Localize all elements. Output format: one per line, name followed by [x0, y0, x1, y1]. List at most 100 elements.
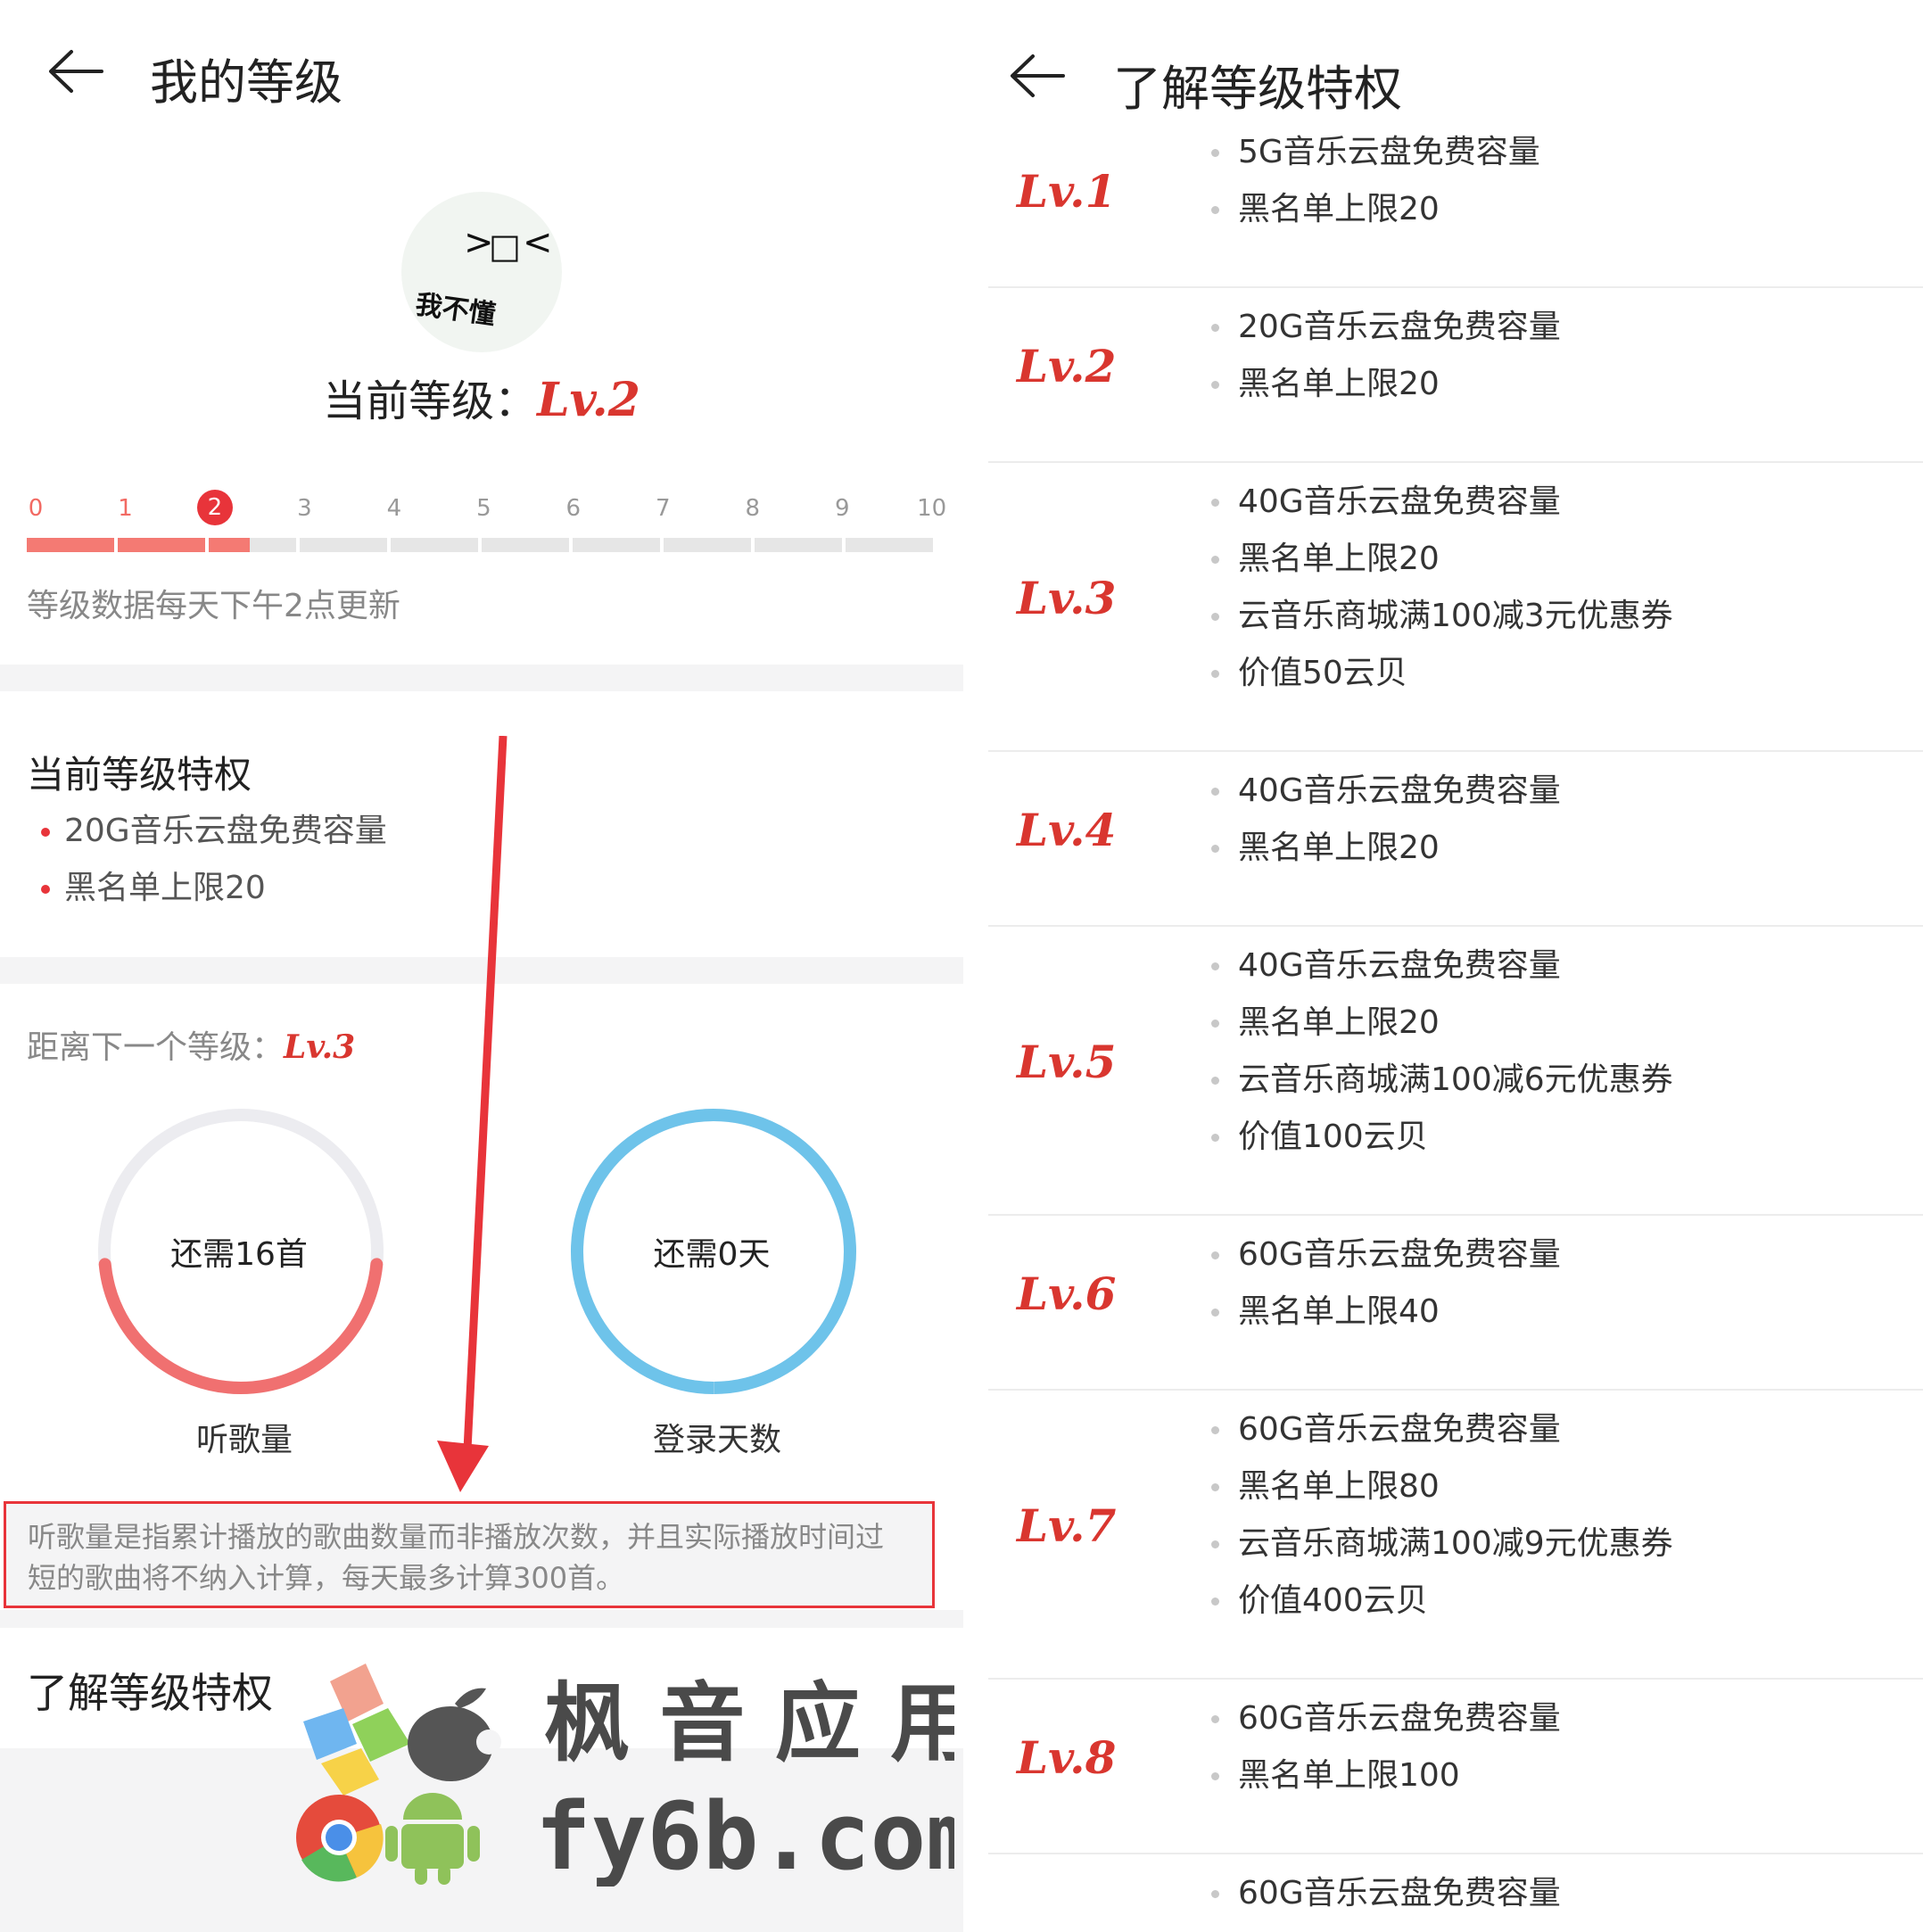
chrome-logo-icon [296, 1795, 384, 1882]
level-progress-scale: 0 1 2 3 4 5 6 7 8 9 10 [27, 490, 946, 552]
scale-mark: 4 [386, 495, 402, 522]
watermark-text-cn: 枫 音 应 用 [544, 1673, 954, 1773]
current-privileges-list: 20G音乐云盘免费容量 黑名单上限20 [37, 803, 387, 917]
my-level-screen: 我的等级 > □ < 我不懂 当前等级：Lv.2 0 1 2 3 4 5 6 7 8 9 10 等级… [0, 0, 963, 1932]
scale-current-mark: 2 [196, 490, 233, 525]
list-item: 60G音乐云盘免费容量 [1211, 1401, 1673, 1458]
apple-logo-icon [408, 1688, 501, 1781]
songs-ring-progress [98, 1258, 384, 1394]
back-arrow-icon[interactable] [46, 49, 103, 94]
bullet-icon [1211, 845, 1219, 853]
list-item: 黑名单上限20 [1211, 820, 1561, 877]
page-title: 我的等级 [150, 54, 343, 111]
scale-segment-filled [118, 538, 205, 552]
level-badge: Lv.4 [1017, 804, 1117, 856]
list-item: 黑名单上限20 [1211, 995, 1673, 1052]
section-divider [0, 665, 963, 691]
list-item: 20G音乐云盘免费容量 [37, 803, 387, 860]
level-badge: Lv.3 [1017, 572, 1117, 624]
scale-segment [391, 538, 478, 552]
level-benefits: 20G音乐云盘免费容量 黑名单上限20 [1211, 299, 1561, 413]
bullet-icon [1211, 1426, 1219, 1434]
songs-caption: 听歌量 [195, 1422, 293, 1458]
back-arrow-icon[interactable] [1008, 54, 1065, 98]
current-level-label: 当前等级： [323, 376, 538, 426]
level-benefits: 40G音乐云盘免费容量 黑名单上限20 [1211, 763, 1561, 877]
list-item: 60G音乐云盘免费容量 [1211, 1226, 1561, 1284]
level-benefits: 60G音乐云盘免费容量 黑名单上限80 云音乐商城满100减9元优惠券 价值400云贝 [1211, 1401, 1673, 1630]
list-item: 云音乐商城满100减3元优惠券 [1211, 588, 1673, 645]
scale-segment [482, 538, 569, 552]
bullet-icon [1211, 1540, 1219, 1548]
level-row: Lv.8 60G音乐云盘免费容量 黑名单上限100 [988, 1678, 1923, 1854]
bullet-icon [1211, 324, 1219, 332]
bullet-icon [1211, 1890, 1219, 1898]
current-level-value: Lv.2 [537, 373, 640, 427]
list-item: 黑名单上限20 [1211, 356, 1561, 413]
windows-logo-icon [303, 1664, 410, 1796]
list-item: 黑名单上限40 [1211, 1284, 1561, 1341]
bullet-icon [1211, 556, 1219, 564]
next-level-value: Lv.3 [284, 1028, 356, 1066]
scale-segment [755, 538, 842, 552]
level-badge: Lv.1 [1017, 165, 1117, 218]
level-badge: Lv.6 [1017, 1267, 1117, 1320]
bullet-icon [41, 828, 50, 837]
svg-text:□: □ [489, 227, 521, 266]
page-title: 了解等级特权 [1113, 61, 1402, 117]
bullet-icon [1211, 1715, 1219, 1723]
learn-privileges-link[interactable]: 了解等级特权 [27, 1661, 273, 1720]
scale-mark: 9 [834, 495, 850, 522]
listen-count-note: 听歌量是指累计播放的歌曲数量而非播放次数，并且实际播放时间过短的歌曲将不纳入计算… [4, 1501, 935, 1608]
list-item: 40G音乐云盘免费容量 [1211, 937, 1673, 995]
bullet-icon [1211, 788, 1219, 796]
scale-mark: 6 [565, 495, 582, 522]
scale-segment-filled [27, 538, 114, 552]
section-divider [0, 1610, 963, 1628]
bullet-icon [1211, 206, 1219, 214]
bullet-icon [1211, 1483, 1219, 1491]
list-item: 黑名单上限20 [1211, 181, 1540, 238]
scale-segment-filled [209, 538, 250, 552]
bullet-icon [1211, 1020, 1219, 1028]
avatar[interactable]: > □ < 我不懂 [401, 192, 562, 352]
bullet-icon [1211, 1598, 1219, 1606]
list-item: 60G音乐云盘免费容量 [1211, 1690, 1561, 1747]
scale-segment [300, 538, 387, 552]
level-row: Lv.3 40G音乐云盘免费容量 黑名单上限20 云音乐商城满100减3元优惠券 价值5… [988, 461, 1923, 752]
list-item: 云音乐商城满100减6元优惠券 [1211, 1052, 1673, 1109]
level-benefits: 40G音乐云盘免费容量 黑名单上限20 云音乐商城满100减3元优惠券 价值50云贝 [1211, 474, 1673, 702]
list-item: 40G音乐云盘免费容量 [1211, 763, 1561, 820]
bullet-icon [41, 885, 50, 894]
bullet-icon [1211, 1134, 1219, 1142]
bullet-icon [1211, 670, 1219, 678]
bullet-icon [1211, 962, 1219, 970]
scale-mark: 1 [118, 495, 133, 522]
avatar-caption: 我不懂 [414, 289, 498, 331]
bullet-icon [1211, 1309, 1219, 1317]
level-progress-track [27, 538, 937, 552]
current-level: 当前等级：Lv.2 [0, 366, 963, 428]
level-benefits: 60G音乐云盘免费容量 黑名单上限40 [1211, 1226, 1561, 1341]
level-row: Lv.5 40G音乐云盘免费容量 黑名单上限20 云音乐商城满100减6元优惠券 价值1… [988, 925, 1923, 1216]
list-item: 黑名单上限100 [1211, 1747, 1561, 1804]
level-row: Lv.1 5G音乐云盘免费容量 黑名单上限20 [988, 111, 1923, 288]
list-item: 黑名单上限80 [1211, 1458, 1673, 1515]
list-item: 20G音乐云盘免费容量 [1211, 299, 1561, 356]
watermark: 枫 音 应 用 fy6b.com [294, 1655, 982, 1891]
scale-mark: 7 [656, 495, 671, 522]
level-benefits: 60G音乐云盘免费容量 黑名单上限100 [1211, 1690, 1561, 1804]
next-level-label: 距离下一个等级： [27, 1029, 285, 1066]
bullet-icon [1211, 1772, 1219, 1780]
bullet-icon [1211, 1077, 1219, 1085]
scale-segment [573, 538, 660, 552]
list-item: 5G音乐云盘免费容量 [1211, 124, 1540, 181]
watermark-text-en: fy6b.com [535, 1782, 954, 1887]
level-privileges-screen: 了解等级特权 Lv.1 5G音乐云盘免费容量 黑名单上限20 Lv.2 20G音乐云盘免… [988, 0, 1923, 1932]
update-note: 等级数据每天下午2点更新 [27, 588, 400, 624]
level-row: Lv.2 20G音乐云盘免费容量 黑名单上限20 [988, 286, 1923, 463]
scale-mark: 8 [745, 495, 761, 522]
scale-mark: 3 [297, 495, 312, 522]
level-row: Lv.7 60G音乐云盘免费容量 黑名单上限80 云音乐商城满100减9元优惠券 价值4… [988, 1389, 1923, 1680]
list-item: 黑名单上限20 [1211, 531, 1673, 588]
